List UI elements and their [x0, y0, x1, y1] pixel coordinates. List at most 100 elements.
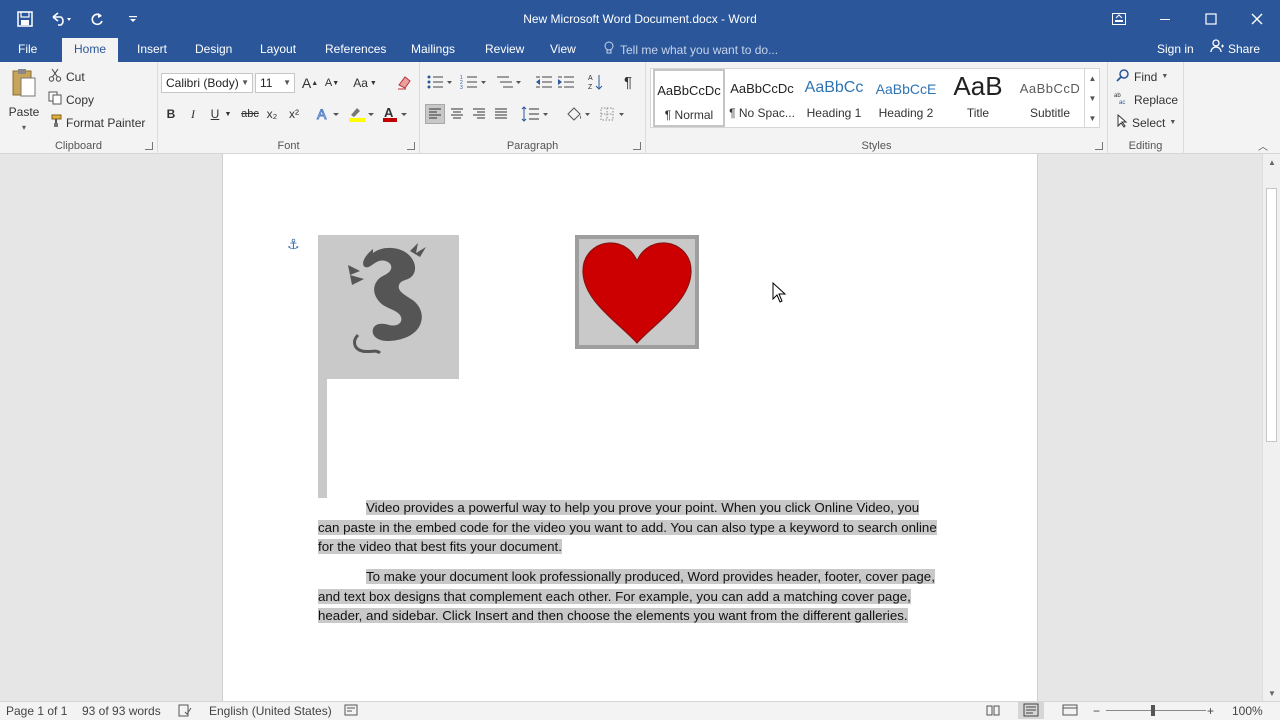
heart-image[interactable]: [575, 235, 699, 349]
dragon-image[interactable]: [318, 235, 459, 379]
clear-formatting-icon[interactable]: [394, 73, 414, 93]
grow-font-button[interactable]: A ▲: [300, 73, 320, 93]
paragraph-launcher-icon[interactable]: [633, 142, 641, 150]
more-styles-icon[interactable]: ▼: [1089, 114, 1097, 123]
bullets-icon[interactable]: [426, 72, 456, 92]
format-painter-label: Format Painter: [66, 115, 146, 130]
shrink-font-button[interactable]: A ▼: [322, 73, 342, 93]
ribbon-display-icon[interactable]: [1096, 0, 1142, 38]
cut-label: Cut: [66, 69, 85, 84]
zoom-slider-thumb[interactable]: [1151, 705, 1155, 716]
align-left-icon[interactable]: [425, 104, 445, 124]
style-subtitle[interactable]: AaBbCcD Subtitle: [1014, 69, 1086, 127]
find-button[interactable]: Find ▼: [1116, 68, 1168, 85]
replace-icon: ab ac: [1114, 91, 1130, 108]
text-effects-icon[interactable]: A: [314, 104, 344, 124]
change-case-button[interactable]: Aa ▼: [350, 73, 380, 93]
share-button[interactable]: Share: [1210, 38, 1260, 60]
svg-text:ab: ab: [1114, 93, 1121, 99]
read-mode-icon[interactable]: [986, 704, 1000, 719]
sort-icon[interactable]: AZ: [586, 72, 606, 92]
style-no-spacing[interactable]: AaBbCcDc ¶ No Spac...: [726, 69, 798, 127]
scroll-thumb[interactable]: [1266, 188, 1277, 442]
bold-button[interactable]: B: [161, 104, 181, 124]
subscript-button[interactable]: x₂: [262, 104, 282, 124]
tab-design[interactable]: Design: [183, 38, 244, 62]
language[interactable]: English (United States): [209, 704, 332, 718]
tab-layout[interactable]: Layout: [248, 38, 308, 62]
styles-launcher-icon[interactable]: [1095, 142, 1103, 150]
collapse-ribbon-icon[interactable]: ︿: [1258, 138, 1268, 153]
zoom-slider[interactable]: [1106, 710, 1206, 711]
copy-button[interactable]: Copy: [48, 91, 94, 108]
justify-icon[interactable]: [491, 104, 511, 124]
font-family-select[interactable]: Calibri (Body) ▼: [161, 73, 253, 93]
font-color-icon[interactable]: A: [380, 104, 412, 124]
shading-icon[interactable]: [564, 104, 596, 124]
word-count[interactable]: 93 of 93 words: [82, 704, 161, 718]
chevron-down-icon[interactable]: ▼: [1089, 94, 1097, 103]
scroll-down-icon[interactable]: ▼: [1263, 685, 1280, 701]
paintbrush-icon: [48, 114, 62, 131]
chevron-down-icon[interactable]: ▼: [223, 104, 233, 124]
style-normal[interactable]: AaBbCcDc ¶ Normal: [653, 69, 725, 127]
style-heading-2[interactable]: AaBbCcE Heading 2: [870, 69, 942, 127]
font-size-value: 11: [260, 76, 273, 90]
multilevel-list-icon[interactable]: [494, 72, 526, 92]
paste-label: Paste: [8, 105, 40, 119]
italic-button[interactable]: I: [183, 104, 203, 124]
zoom-in-icon[interactable]: +: [1207, 704, 1214, 718]
highlight-icon[interactable]: [346, 104, 378, 124]
tell-me-box[interactable]: Tell me what you want to do...: [604, 38, 778, 62]
tab-home[interactable]: Home: [62, 38, 119, 62]
anchor-icon[interactable]: ⚓: [287, 236, 300, 253]
tab-file[interactable]: File: [6, 38, 49, 62]
style-normal-preview: AaBbCcDc: [657, 83, 721, 98]
document-paragraph-1[interactable]: Video provides a powerful way to help yo…: [318, 498, 938, 557]
maximize-icon[interactable]: [1188, 0, 1234, 38]
title-bar: New Microsoft Word Document.docx - Word: [0, 0, 1280, 38]
font-launcher-icon[interactable]: [407, 142, 415, 150]
decrease-indent-icon[interactable]: [534, 72, 554, 92]
tab-insert[interactable]: Insert: [125, 38, 179, 62]
strikethrough-button[interactable]: abc: [238, 104, 262, 124]
cut-button[interactable]: Cut: [48, 68, 85, 85]
select-button[interactable]: Select ▼: [1116, 113, 1176, 131]
tab-mailings[interactable]: Mailings: [399, 38, 467, 62]
proofing-icon[interactable]: [178, 704, 192, 720]
zoom-level[interactable]: 100%: [1232, 704, 1263, 718]
close-icon[interactable]: [1234, 0, 1280, 38]
style-title[interactable]: AaB Title: [942, 69, 1014, 127]
numbering-icon[interactable]: 123: [460, 72, 490, 92]
macro-icon[interactable]: [344, 704, 358, 719]
zoom-out-icon[interactable]: −: [1093, 704, 1100, 718]
tab-references[interactable]: References: [313, 38, 398, 62]
sign-in-link[interactable]: Sign in: [1157, 38, 1194, 60]
superscript-button[interactable]: x²: [284, 104, 304, 124]
tab-review[interactable]: Review: [473, 38, 536, 62]
minimize-icon[interactable]: [1142, 0, 1188, 38]
font-size-select[interactable]: 11 ▼: [255, 73, 295, 93]
align-right-icon[interactable]: [469, 104, 489, 124]
tab-view[interactable]: View: [538, 38, 588, 62]
styles-gallery-scroll[interactable]: ▲ ▼ ▼: [1084, 68, 1100, 128]
document-paragraph-2[interactable]: To make your document look professionall…: [318, 567, 938, 626]
replace-button[interactable]: ab ac Replace: [1114, 91, 1178, 108]
format-painter-button[interactable]: Format Painter: [48, 114, 145, 131]
increase-indent-icon[interactable]: [556, 72, 576, 92]
scroll-up-icon[interactable]: ▲: [1263, 154, 1280, 170]
vertical-scrollbar[interactable]: ▲ ▼: [1262, 154, 1280, 701]
show-formatting-button[interactable]: ¶: [618, 72, 638, 92]
line-spacing-icon[interactable]: [520, 104, 552, 124]
web-layout-icon[interactable]: [1062, 704, 1078, 719]
underline-button[interactable]: U: [205, 104, 225, 124]
paste-button[interactable]: Paste ▾: [6, 68, 42, 132]
align-center-icon[interactable]: [447, 104, 467, 124]
chevron-up-icon[interactable]: ▲: [1089, 74, 1097, 83]
print-layout-icon[interactable]: [1018, 702, 1044, 719]
clipboard-launcher-icon[interactable]: [145, 142, 153, 150]
style-heading-1[interactable]: AaBbCc Heading 1: [798, 69, 870, 127]
copy-icon: [48, 91, 62, 108]
borders-icon[interactable]: [598, 104, 630, 124]
page-count[interactable]: Page 1 of 1: [6, 704, 67, 718]
